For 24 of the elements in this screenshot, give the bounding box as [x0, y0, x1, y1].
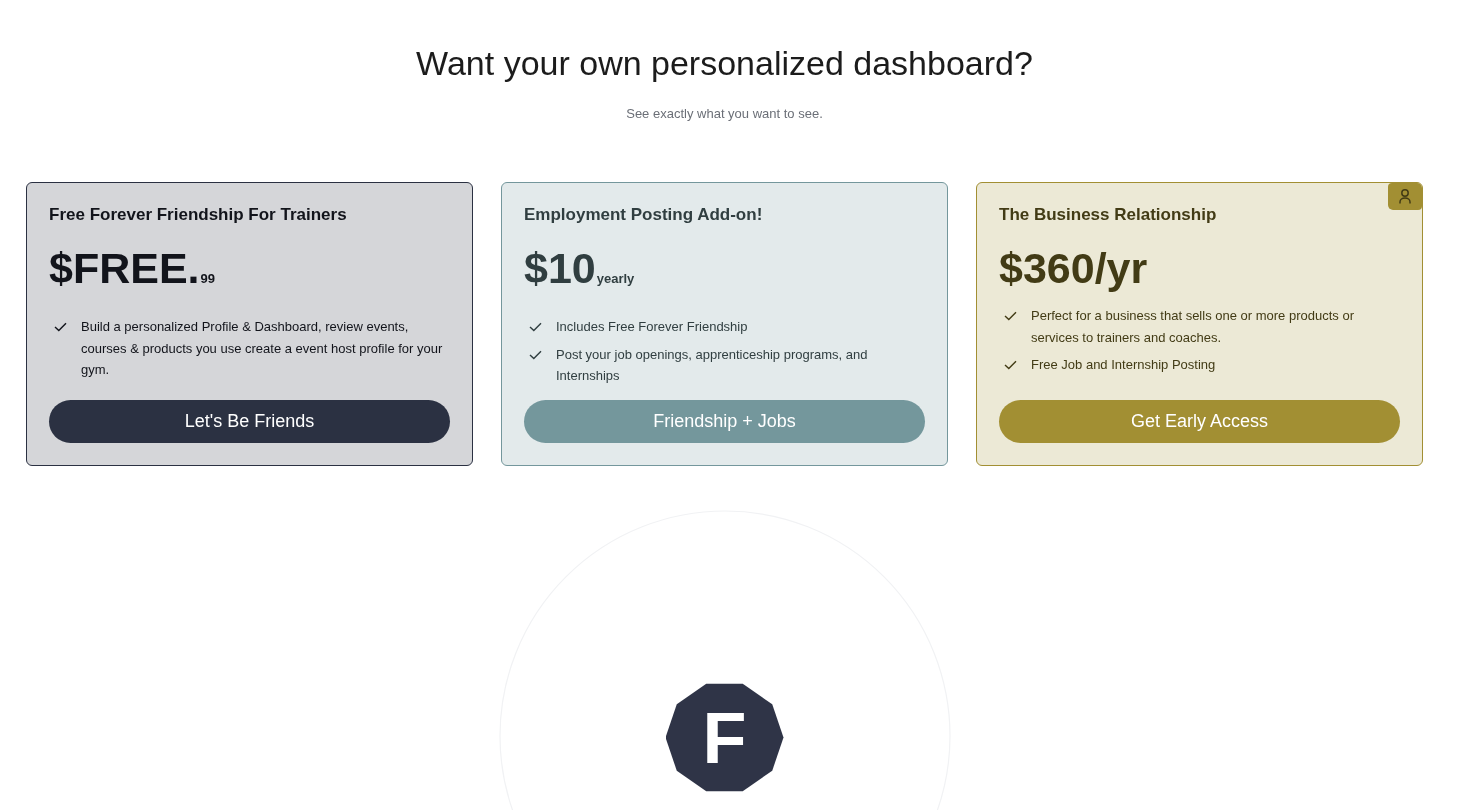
- check-icon: [1004, 360, 1017, 370]
- check-icon: [54, 322, 67, 332]
- page-title: Want your own personalized dashboard?: [416, 43, 1033, 84]
- feature-text: Perfect for a business that sells one or more products or services to trainers and coaches.: [1031, 307, 1355, 347]
- plan-button[interactable]: Let's Be Friends: [49, 400, 450, 443]
- plan-price: $360/yr: [999, 243, 1148, 294]
- plan-price: $FREE.: [49, 243, 200, 294]
- plan-title: The Business Relationship: [999, 204, 1218, 226]
- plan-button[interactable]: Friendship + Jobs: [524, 400, 925, 443]
- feature-text: Post your job openings, apprenticeship programs, and Internships: [556, 345, 869, 385]
- page-subtitle: See exactly what you want to see.: [626, 106, 823, 122]
- price-period: 99: [200, 270, 215, 288]
- check-icon: [529, 322, 542, 332]
- feature-text: Build a personalized Profile & Dashboard, review events, courses & products you use create a event host profile for your gym.: [81, 318, 444, 379]
- logo: F: [665, 681, 784, 794]
- plan-price: $10: [524, 243, 596, 294]
- check-icon: [529, 349, 542, 360]
- feature-text: Includes Free Forever Friendship: [556, 318, 748, 336]
- check-icon: [1004, 311, 1017, 321]
- plan-button[interactable]: Get Early Access: [999, 400, 1400, 443]
- feature-text: Free Job and Internship Posting: [1031, 356, 1216, 374]
- plan-title: Free Forever Friendship For Trainers: [49, 204, 348, 226]
- plan-title: Employment Posting Add-on!: [524, 204, 764, 226]
- price-period: yearly: [596, 270, 635, 288]
